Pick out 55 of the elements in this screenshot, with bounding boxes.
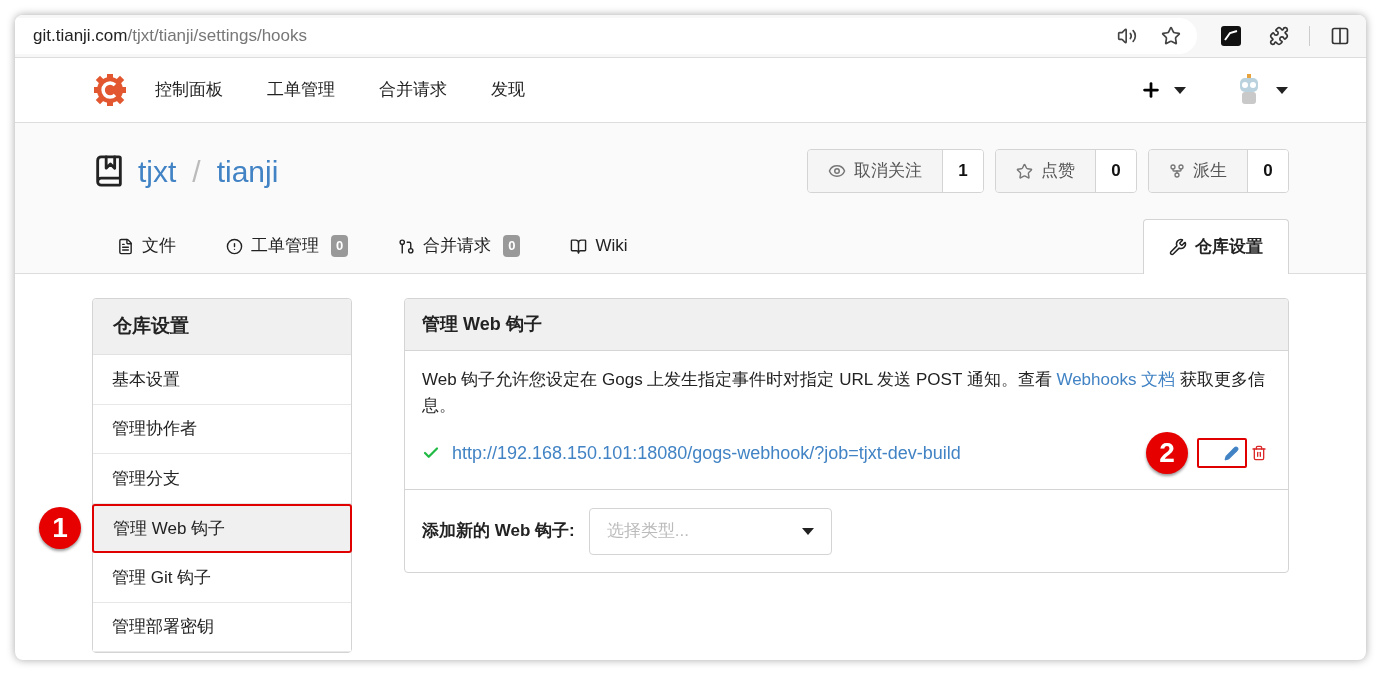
delete-icon[interactable] (1251, 445, 1267, 461)
read-aloud-icon[interactable] (1117, 26, 1137, 46)
nav-link[interactable]: 发现 (491, 77, 525, 103)
create-menu-button[interactable] (1140, 79, 1186, 101)
webhook-link[interactable]: http://192.168.150.101:18080/gogs-webhook/?job=tjxt-dev-build (452, 439, 961, 467)
add-webhook-label: 添加新的 Web 钩子: (422, 520, 575, 543)
file-icon (117, 237, 134, 255)
nav-link[interactable]: 控制面板 (155, 77, 223, 103)
nav-link[interactable]: 合并请求 (379, 77, 447, 103)
watch-button[interactable]: 取消关注 (808, 150, 943, 192)
count-label: 0 (1096, 150, 1136, 192)
path-separator: / (192, 153, 201, 190)
docs-link[interactable]: Webhooks 文档 (1056, 370, 1176, 389)
count-label: 0 (1248, 150, 1288, 192)
pull-request-icon (398, 237, 416, 255)
tab[interactable]: 工单管理 0 (201, 219, 374, 273)
nav-link[interactable]: 工单管理 (267, 77, 335, 103)
tab[interactable]: 合并请求 0 (373, 219, 546, 273)
count-badge: 0 (503, 235, 521, 257)
callout-marker: 1 (39, 506, 81, 549)
eye-icon (828, 162, 846, 180)
count-label: 1 (943, 150, 983, 192)
extension-icon[interactable] (1221, 26, 1241, 46)
labeled-button-group[interactable]: 派生 0 (1148, 149, 1289, 193)
tab[interactable]: 仓库设置 (1143, 219, 1289, 274)
split-screen-icon[interactable] (1330, 26, 1350, 46)
repo-link[interactable]: tianji (216, 148, 279, 194)
tab[interactable]: Wiki (545, 219, 653, 273)
sidebar-header: 仓库设置 (93, 299, 351, 355)
count-badge: 0 (331, 235, 349, 257)
caret-icon (1276, 86, 1288, 94)
dropdown-caret-icon (801, 527, 814, 535)
star-icon (1016, 162, 1033, 180)
sidebar-item[interactable]: 管理 Web 钩子 (92, 503, 352, 553)
labeled-button-group[interactable]: 点赞 0 (995, 149, 1137, 193)
address-bar[interactable]: git.tianji.com/tjxt/tianji/settings/hooks (33, 23, 307, 49)
tab[interactable]: 文件 (92, 219, 201, 273)
fork-button[interactable]: 派生 (1149, 150, 1248, 192)
fork-icon (1169, 163, 1185, 179)
panel-header: 管理 Web 钩子 (405, 299, 1288, 351)
description-text: Web 钩子允许您设定在 Gogs 上发生指定事件时对指定 URL 发送 POST 通知。查看 Webhooks 文档 获取更多信息。 (422, 369, 1266, 417)
star-button[interactable]: 点赞 (996, 150, 1096, 192)
logo[interactable] (93, 73, 127, 107)
callout-marker: 2 (1146, 432, 1188, 474)
caret-icon (1174, 86, 1186, 94)
wrench-icon (1169, 238, 1187, 256)
favorite-icon[interactable] (1161, 26, 1181, 46)
plus-icon (1140, 79, 1162, 101)
pencil-icon (1224, 445, 1239, 461)
alert-icon (226, 237, 243, 255)
owner-link[interactable]: tjxt (138, 148, 177, 194)
edit-button[interactable] (1197, 438, 1247, 468)
book-icon (570, 237, 588, 255)
extensions-icon[interactable] (1269, 26, 1289, 46)
labeled-button-group[interactable]: 取消关注 1 (807, 149, 984, 193)
